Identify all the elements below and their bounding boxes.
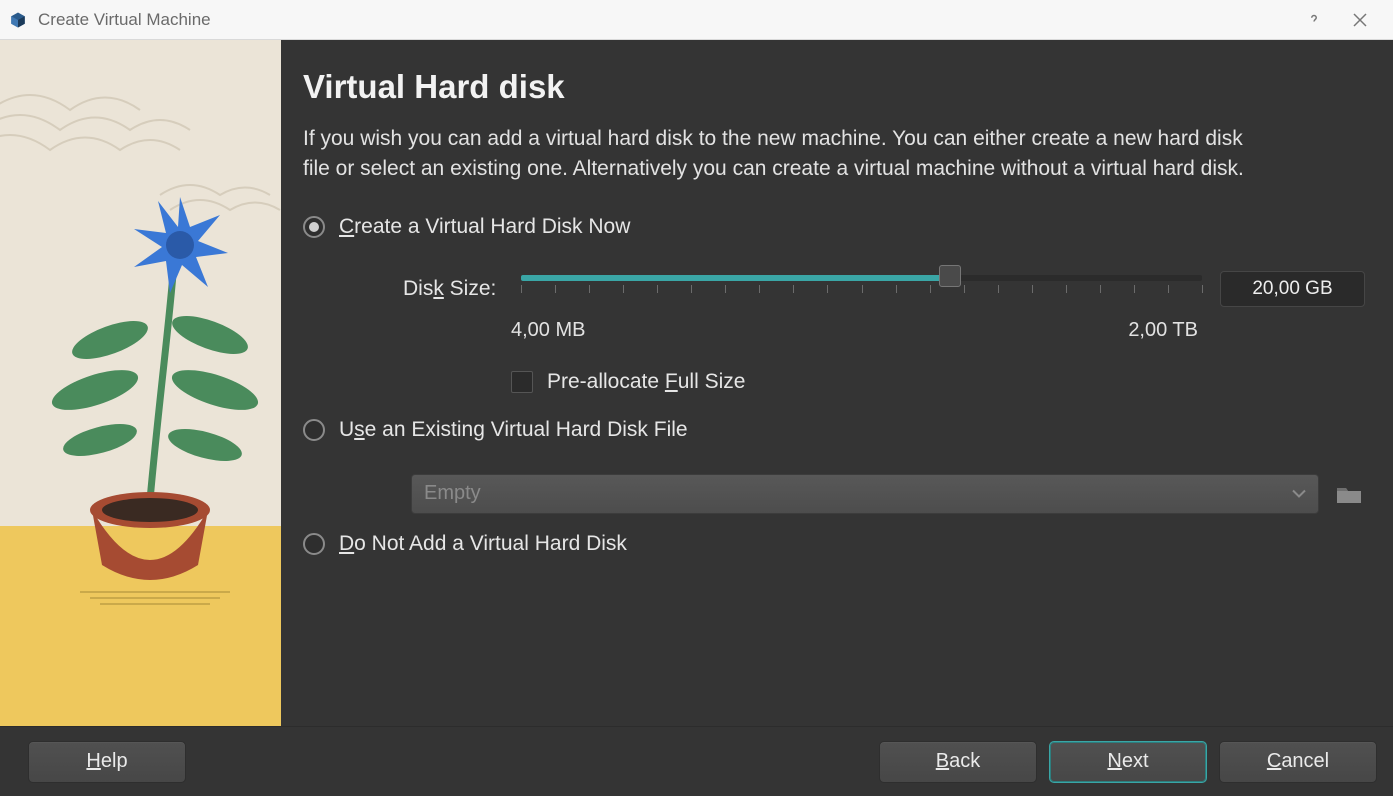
preallocate-checkbox[interactable]: Pre-allocate Full Size [511,370,1365,394]
combo-text: Empty [424,482,481,505]
radio-label: Do Not Add a Virtual Hard Disk [339,532,627,556]
disk-size-label: Disk Size: [403,277,503,301]
browse-file-icon[interactable] [1333,478,1365,510]
checkbox-label: Pre-allocate Full Size [547,370,745,394]
radio-do-not-add[interactable]: Do Not Add a Virtual Hard Disk [303,532,1365,556]
chevron-down-icon [1292,482,1306,505]
disk-size-value[interactable]: 20,00 GB [1220,271,1365,307]
radio-use-existing[interactable]: Use an Existing Virtual Hard Disk File [303,418,1365,442]
existing-file-combo[interactable]: Empty [411,474,1319,514]
cancel-button[interactable]: Cancel [1219,741,1377,783]
app-cube-icon [8,10,28,30]
disk-size-min: 4,00 MB [511,319,585,342]
page-description: If you wish you can add a virtual hard d… [303,124,1263,185]
wizard-main: Virtual Hard disk If you wish you can ad… [281,40,1393,726]
radio-label: Use an Existing Virtual Hard Disk File [339,418,688,442]
wizard-footer: Help Back Next Cancel [0,726,1393,796]
back-button[interactable]: Back [879,741,1037,783]
disk-size-block: Disk Size: 20,00 GB 4,00 MB 2,00 TB [403,269,1365,394]
disk-size-max: 2,00 TB [1128,319,1198,342]
wizard-window: Create Virtual Machine [0,0,1393,796]
radio-icon [303,419,325,441]
close-button[interactable] [1337,0,1383,40]
radio-icon [303,533,325,555]
next-button[interactable]: Next [1049,741,1207,783]
radio-label: Create a Virtual Hard Disk Now [339,215,630,239]
radio-icon [303,216,325,238]
titlebar: Create Virtual Machine [0,0,1393,40]
help-button[interactable]: Help [28,741,186,783]
existing-file-row: Empty [411,474,1365,514]
radio-create-now[interactable]: Create a Virtual Hard Disk Now [303,215,1365,239]
body: Virtual Hard disk If you wish you can ad… [0,40,1393,726]
checkbox-icon [511,371,533,393]
help-titlebar-button[interactable] [1291,0,1337,40]
page-title: Virtual Hard disk [303,68,1365,106]
wizard-illustration [0,40,281,726]
window-title: Create Virtual Machine [38,10,1291,30]
disk-size-slider[interactable] [521,269,1202,309]
